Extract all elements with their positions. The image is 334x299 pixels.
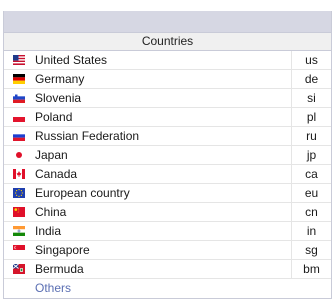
country-code: bm [291,260,331,278]
widget-title-bar [4,11,331,32]
eu-flag-icon [13,188,25,198]
countries-widget: Countries United States us Germany de Sl… [3,11,332,299]
country-code: jp [291,146,331,164]
de-flag-icon [13,74,25,84]
country-code: pl [291,108,331,126]
sg-flag-icon [13,245,25,255]
country-row-si[interactable]: Slovenia si [4,89,331,108]
cn-flag-icon [13,207,25,217]
country-code: de [291,70,331,88]
country-name: Bermuda [35,262,84,276]
us-flag-icon [13,55,25,65]
country-name: Singapore [35,243,90,257]
country-code: si [291,89,331,107]
country-row-sg[interactable]: Singapore sg [4,241,331,260]
pl-flag-icon [13,112,25,122]
country-code: us [291,51,331,69]
country-name: Poland [35,110,73,124]
country-row-de[interactable]: Germany de [4,70,331,89]
country-code: in [291,222,331,240]
bm-flag-icon [13,264,25,274]
ca-flag-icon [13,169,25,179]
country-name: Japan [35,148,68,162]
others-link[interactable]: Others [4,279,331,298]
country-row-bm[interactable]: Bermuda bm [4,260,331,279]
country-name: Russian Federation [35,129,140,143]
country-row-us[interactable]: United States us [4,51,331,70]
country-name: Slovenia [35,91,82,105]
country-row-jp[interactable]: Japan jp [4,146,331,165]
country-row-in[interactable]: India in [4,222,331,241]
country-code: ru [291,127,331,145]
country-name: India [35,224,62,238]
country-code: sg [291,241,331,259]
country-code: cn [291,203,331,221]
in-flag-icon [13,226,25,236]
jp-flag-icon [13,150,25,160]
country-row-ru[interactable]: Russian Federation ru [4,127,331,146]
country-code: ca [291,165,331,183]
si-flag-icon [13,93,25,103]
country-name: United States [35,53,108,67]
ru-flag-icon [13,131,25,141]
country-name: China [35,205,67,219]
country-row-cn[interactable]: China cn [4,203,331,222]
countries-column-header[interactable]: Countries [4,32,331,51]
country-name: Canada [35,167,78,181]
country-row-ca[interactable]: Canada ca [4,165,331,184]
country-row-eu[interactable]: European country eu [4,184,331,203]
country-code: eu [291,184,331,202]
country-row-pl[interactable]: Poland pl [4,108,331,127]
country-name: Germany [35,72,85,86]
country-name: European country [35,186,130,200]
